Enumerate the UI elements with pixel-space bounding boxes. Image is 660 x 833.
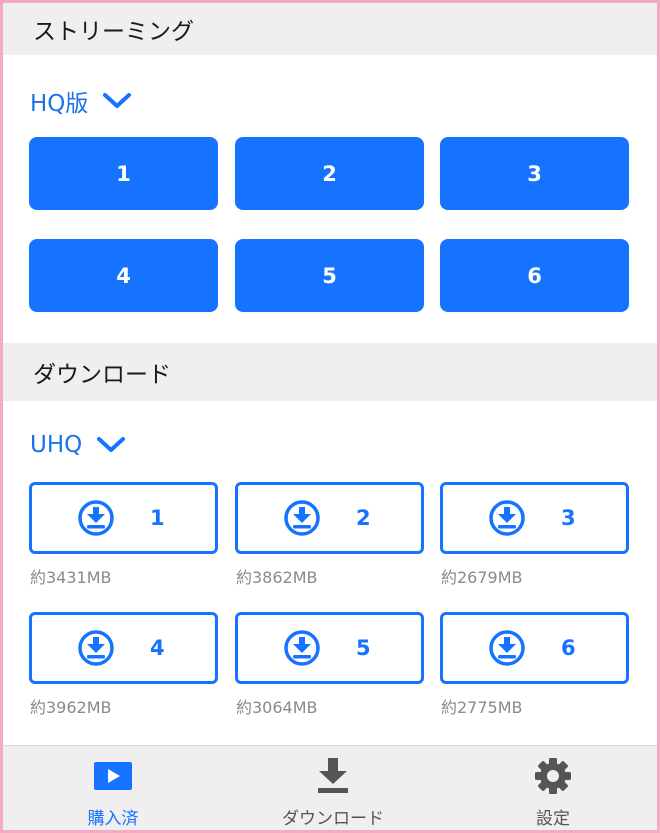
tab-settings[interactable]: 設定	[448, 746, 657, 830]
download-circle-icon	[78, 500, 114, 536]
download-item-5-size: 約3064MB	[236, 698, 318, 717]
tab-settings-label: 設定	[536, 809, 570, 829]
download-item-4-size: 約3962MB	[30, 698, 112, 717]
gear-icon	[535, 758, 571, 794]
download-circle-icon	[489, 630, 525, 666]
download-item-6-button[interactable]: 6	[440, 612, 629, 684]
stream-episode-label: 6	[527, 263, 542, 288]
download-quality-selector[interactable]: UHQ	[30, 425, 126, 465]
download-item-label: 3	[561, 506, 576, 530]
streaming-section-title: ストリーミング	[33, 19, 194, 45]
stream-episode-label: 2	[322, 161, 337, 186]
stream-episode-label: 5	[322, 263, 337, 288]
download-item-2-button[interactable]: 2	[235, 482, 424, 554]
download-quality-label: UHQ	[30, 432, 83, 458]
stream-episode-2-button[interactable]: 2	[235, 137, 424, 210]
streaming-section-header: ストリーミング	[3, 3, 657, 55]
download-item-4-button[interactable]: 4	[29, 612, 218, 684]
chevron-down-icon	[103, 93, 132, 108]
download-item-label: 2	[356, 506, 371, 530]
download-circle-icon	[489, 500, 525, 536]
download-item-1-button[interactable]: 1	[29, 482, 218, 554]
download-item-2-size: 約3862MB	[236, 568, 318, 587]
streaming-quality-label: HQ版	[30, 91, 89, 117]
stream-episode-6-button[interactable]: 6	[440, 239, 629, 312]
stream-episode-label: 1	[116, 161, 131, 186]
stream-episode-label: 4	[116, 263, 131, 288]
download-circle-icon	[284, 630, 320, 666]
download-circle-icon	[78, 630, 114, 666]
chevron-down-icon	[97, 437, 126, 452]
play-icon	[94, 762, 132, 790]
download-section-header: ダウンロード	[3, 343, 657, 401]
stream-episode-3-button[interactable]: 3	[440, 137, 629, 210]
tab-purchased-label: 購入済	[87, 809, 139, 829]
download-item-1-size: 約3431MB	[30, 568, 112, 587]
download-item-3-size: 約2679MB	[441, 568, 523, 587]
download-circle-icon	[284, 500, 320, 536]
bottom-tab-bar: 購入済 ダウンロード 設定	[3, 745, 657, 830]
download-item-label: 1	[150, 506, 165, 530]
download-section-title: ダウンロード	[33, 362, 171, 388]
stream-episode-label: 3	[527, 161, 542, 186]
download-item-label: 4	[150, 636, 165, 660]
stream-episode-4-button[interactable]: 4	[29, 239, 218, 312]
stream-episode-1-button[interactable]: 1	[29, 137, 218, 210]
stream-episode-5-button[interactable]: 5	[235, 239, 424, 312]
streaming-quality-selector[interactable]: HQ版	[30, 81, 132, 121]
download-item-6-size: 約2775MB	[441, 698, 523, 717]
tab-purchased[interactable]: 購入済	[8, 746, 218, 830]
app-screen: ストリーミング HQ版 1 2 3 4 5 6 ダウンロード UHQ 1 2 3…	[0, 0, 660, 833]
download-item-label: 6	[561, 636, 576, 660]
download-tray-icon	[318, 758, 348, 793]
download-item-3-button[interactable]: 3	[440, 482, 629, 554]
tab-download-label: ダウンロード	[282, 809, 384, 829]
download-item-5-button[interactable]: 5	[235, 612, 424, 684]
tab-download[interactable]: ダウンロード	[228, 746, 438, 830]
download-item-label: 5	[356, 636, 371, 660]
